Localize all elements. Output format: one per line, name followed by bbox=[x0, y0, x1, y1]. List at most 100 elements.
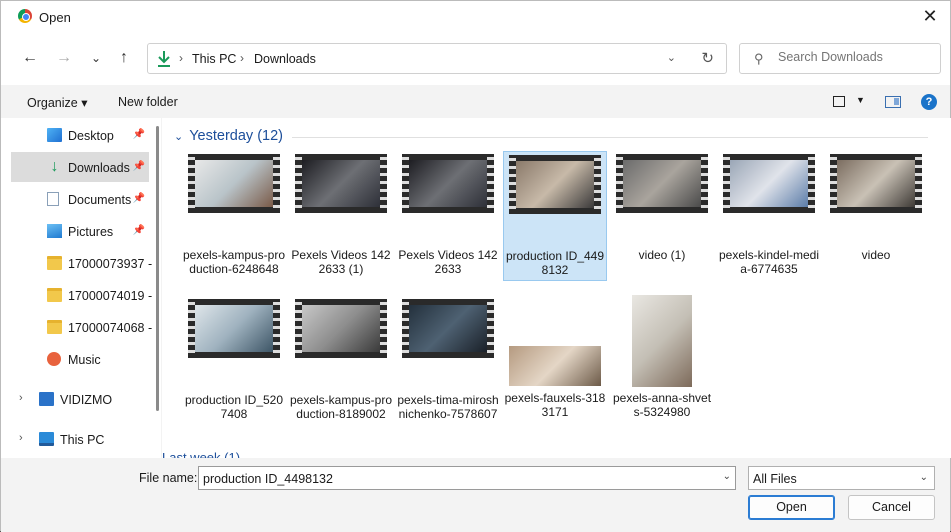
search-input[interactable] bbox=[778, 50, 933, 64]
sidebar-item-this-pc[interactable]: › This PC bbox=[11, 424, 149, 454]
pin-icon: 📌 bbox=[132, 225, 145, 236]
video-thumbnail bbox=[402, 299, 494, 358]
file-type-select[interactable]: All Files ⌄ bbox=[748, 466, 935, 490]
window-title: Open bbox=[39, 10, 71, 25]
organize-menu[interactable]: Organize ▾ bbox=[27, 95, 87, 110]
folder-icon bbox=[47, 256, 62, 270]
download-icon: ↓ bbox=[50, 158, 59, 175]
file-tile[interactable]: video (1) bbox=[610, 151, 714, 281]
sidebar-item-folder-17000073937[interactable]: 17000073937 - I bbox=[11, 248, 159, 278]
file-tile[interactable]: Pexels Videos 1422633 bbox=[396, 151, 500, 281]
help-icon[interactable]: ? bbox=[921, 94, 937, 110]
navigation-pane: Desktop 📌 ↓ Downloads 📌 Documents 📌 Pict… bbox=[1, 118, 161, 458]
sidebar-item-music[interactable]: Music bbox=[11, 344, 149, 374]
sidebar-item-folder-17000074068[interactable]: 17000074068 - I bbox=[11, 312, 159, 342]
sidebar-item-label: 17000074068 - I bbox=[68, 321, 160, 335]
file-name-label: Pexels Videos 1422633 bbox=[398, 248, 498, 276]
group-header-yesterday[interactable]: ⌄ Yesterday (12) bbox=[174, 128, 283, 144]
file-type-dropdown-icon: ⌄ bbox=[919, 472, 928, 483]
file-tile[interactable]: pexels-fauxels-3183171 bbox=[503, 296, 607, 426]
sidebar-item-downloads[interactable]: ↓ Downloads 📌 bbox=[11, 152, 149, 182]
sidebar-item-desktop[interactable]: Desktop 📌 bbox=[11, 120, 149, 150]
file-name-label: production ID_4498132 bbox=[505, 249, 605, 277]
address-bar[interactable]: › This PC › Downloads ⌄ ↻ bbox=[147, 43, 727, 74]
file-list-pane: ⌄ Yesterday (12) pexels-kampus-production… bbox=[162, 118, 951, 458]
forward-arrow-icon[interactable]: → bbox=[53, 47, 75, 69]
search-box[interactable]: ⚲ bbox=[739, 43, 941, 74]
file-tile[interactable]: pexels-anna-shvets-5324980 bbox=[610, 295, 714, 426]
preview-pane-icon[interactable] bbox=[885, 96, 901, 108]
file-name-value: production ID_4498132 bbox=[203, 472, 333, 486]
sidebar-item-label: 17000073937 - I bbox=[68, 257, 160, 271]
file-tile[interactable]: pexels-tima-miroshnichenko-7578607 bbox=[396, 296, 500, 426]
video-thumbnail bbox=[188, 154, 280, 213]
sidebar-item-folder-17000074019[interactable]: 17000074019 - I bbox=[11, 280, 159, 310]
pin-icon: 📌 bbox=[132, 161, 145, 172]
address-dropdown-icon[interactable]: ⌄ bbox=[667, 51, 676, 64]
file-name-label: pexels-fauxels-3183171 bbox=[504, 391, 606, 419]
chrome-icon bbox=[18, 9, 32, 23]
up-arrow-icon[interactable]: ↑ bbox=[113, 47, 135, 69]
pin-icon: 📌 bbox=[132, 193, 145, 204]
video-thumbnail bbox=[188, 299, 280, 358]
sidebar-item-documents[interactable]: Documents 📌 bbox=[11, 184, 149, 214]
file-name-label: pexels-kindel-media-6774635 bbox=[718, 248, 820, 276]
group-divider bbox=[292, 137, 928, 138]
music-icon bbox=[47, 352, 61, 366]
sidebar-item-label: Downloads bbox=[68, 161, 130, 175]
video-thumbnail bbox=[295, 154, 387, 213]
pin-icon: 📌 bbox=[132, 129, 145, 140]
close-icon[interactable]: ✕ bbox=[918, 5, 942, 27]
file-name-label: File name: bbox=[139, 471, 198, 485]
breadcrumb-separator: › bbox=[179, 51, 183, 65]
file-tile[interactable]: pexels-kampus-production-8189002 bbox=[289, 296, 393, 426]
file-type-value: All Files bbox=[753, 472, 797, 486]
video-thumbnail bbox=[295, 299, 387, 358]
back-arrow-icon[interactable]: ← bbox=[19, 47, 41, 69]
file-name-label: pexels-tima-miroshnichenko-7578607 bbox=[397, 393, 499, 421]
file-tile[interactable]: pexels-kampus-production-6248648 bbox=[182, 151, 286, 281]
file-tile[interactable]: pexels-kindel-media-6774635 bbox=[717, 151, 821, 281]
video-thumbnail bbox=[616, 154, 708, 213]
title-bar: Open ✕ bbox=[1, 1, 950, 33]
file-name-label: video bbox=[861, 248, 891, 262]
command-toolbar: Organize ▾ New folder ▼ ? bbox=[1, 87, 950, 117]
documents-icon bbox=[47, 192, 59, 206]
sidebar-scrollbar[interactable] bbox=[156, 126, 159, 411]
file-tile[interactable]: video bbox=[824, 151, 928, 281]
file-name-label: pexels-kampus-production-8189002 bbox=[289, 393, 393, 421]
open-button[interactable]: Open bbox=[748, 495, 835, 520]
image-thumbnail bbox=[509, 346, 601, 386]
breadcrumb-this-pc[interactable]: This PC bbox=[192, 52, 236, 66]
pictures-icon bbox=[47, 224, 62, 238]
new-folder-button[interactable]: New folder bbox=[118, 95, 178, 109]
file-tile[interactable]: production ID_5207408 bbox=[182, 296, 286, 426]
collapse-chevron-icon: ⌄ bbox=[174, 131, 184, 143]
group-header-last-week[interactable]: Last week (1) bbox=[162, 450, 240, 458]
file-name-dropdown-icon[interactable]: ⌄ bbox=[723, 471, 731, 482]
folder-icon bbox=[47, 320, 62, 334]
desktop-icon bbox=[47, 128, 62, 142]
cancel-button[interactable]: Cancel bbox=[848, 495, 935, 520]
expand-chevron-icon[interactable]: › bbox=[19, 432, 23, 444]
this-pc-icon bbox=[39, 432, 54, 446]
refresh-icon[interactable]: ↻ bbox=[701, 49, 714, 67]
expand-chevron-icon[interactable]: › bbox=[19, 392, 23, 404]
view-mode-icon[interactable] bbox=[833, 96, 845, 107]
sidebar-item-pictures[interactable]: Pictures 📌 bbox=[11, 216, 149, 246]
file-tile[interactable]: Pexels Videos 1422633 (1) bbox=[289, 151, 393, 281]
sidebar-item-label: Music bbox=[68, 353, 101, 367]
video-thumbnail bbox=[830, 154, 922, 213]
image-thumbnail bbox=[632, 295, 692, 387]
open-file-dialog: Open ✕ ← → ⌄ ↑ › This PC › Downloads ⌄ ↻… bbox=[0, 0, 951, 532]
sidebar-item-vidizmo[interactable]: › VIDIZMO bbox=[11, 384, 149, 414]
folder-icon bbox=[47, 288, 62, 302]
file-name-input[interactable]: production ID_4498132 ⌄ bbox=[198, 466, 736, 490]
group-header-label: Yesterday (12) bbox=[189, 128, 283, 144]
sidebar-item-label: Pictures bbox=[68, 225, 114, 239]
recent-locations-chevron-icon[interactable]: ⌄ bbox=[85, 47, 107, 69]
breadcrumb-separator: › bbox=[240, 51, 244, 65]
file-tile[interactable]: production ID_4498132 bbox=[503, 151, 607, 281]
view-options-caret-icon[interactable]: ▼ bbox=[856, 95, 865, 105]
breadcrumb-downloads[interactable]: Downloads bbox=[254, 52, 316, 66]
